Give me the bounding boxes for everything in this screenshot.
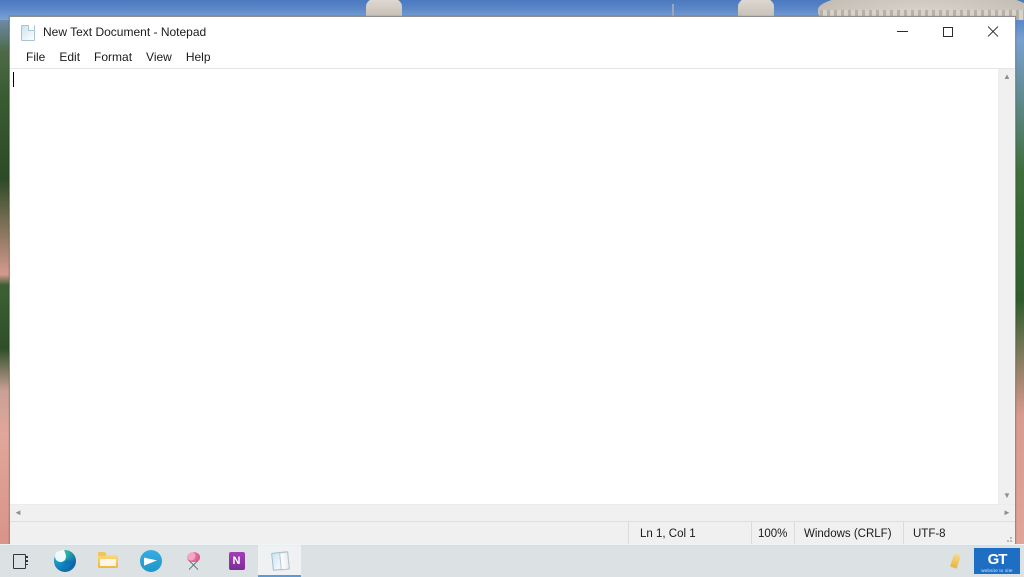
watermark-mark: GT: [987, 550, 1008, 568]
taskbar-item-file-explorer[interactable]: [86, 545, 129, 577]
maximize-button[interactable]: [925, 17, 970, 46]
taskbar-item-telegram[interactable]: [129, 545, 172, 577]
menu-item-format[interactable]: Format: [87, 48, 139, 66]
title-bar-left: New Text Document - Notepad: [10, 24, 207, 41]
taskbar-item-onenote[interactable]: [215, 545, 258, 577]
taskbar-item-task-view[interactable]: [0, 545, 43, 577]
text-caret: [13, 72, 14, 87]
title-bar[interactable]: New Text Document - Notepad: [10, 17, 1015, 46]
taskbar-item-microsoft-edge[interactable]: [43, 545, 86, 577]
resize-grip-icon[interactable]: [999, 522, 1015, 545]
status-line-ending: Windows (CRLF): [794, 522, 903, 545]
notepad-icon: [269, 549, 291, 571]
minimize-icon: [897, 31, 908, 32]
status-cursor-position: Ln 1, Col 1: [628, 522, 751, 545]
edge-icon: [53, 550, 76, 572]
watermark-subtitle: website to site: [981, 568, 1013, 573]
horizontal-scrollbar[interactable]: ◄ ►: [10, 504, 1015, 521]
scroll-down-icon[interactable]: ▼: [999, 488, 1015, 504]
taskbar-items: [0, 545, 301, 577]
notepad-document-icon: [19, 24, 35, 41]
scroll-left-icon[interactable]: ◄: [10, 505, 26, 521]
status-zoom-level[interactable]: 100%: [751, 522, 794, 545]
telegram-icon: [139, 550, 162, 572]
vertical-scrollbar[interactable]: ▲ ▼: [998, 69, 1015, 504]
minimize-button[interactable]: [880, 17, 925, 46]
close-button[interactable]: [970, 17, 1015, 46]
menu-item-edit[interactable]: Edit: [52, 48, 87, 66]
desktop: New Text Document - Notepad File Edit Fo…: [0, 0, 1024, 577]
close-icon: [987, 26, 999, 38]
editor-area: ▲ ▼: [10, 69, 1015, 504]
text-editor[interactable]: [10, 69, 998, 504]
taskbar-item-notepad[interactable]: [258, 545, 301, 577]
scroll-right-icon[interactable]: ►: [999, 505, 1015, 521]
paint-palette-icon: [183, 550, 205, 572]
pen-icon[interactable]: [948, 551, 968, 571]
menu-bar: File Edit Format View Help: [10, 46, 1015, 69]
notepad-window: New Text Document - Notepad File Edit Fo…: [9, 16, 1016, 546]
status-bar: Ln 1, Col 1 100% Windows (CRLF) UTF-8: [10, 521, 1015, 545]
maximize-icon: [942, 26, 953, 37]
onenote-icon: [226, 550, 248, 572]
scroll-up-icon[interactable]: ▲: [999, 69, 1015, 85]
taskbar-tray: GT website to site: [948, 545, 1024, 577]
window-title: New Text Document - Notepad: [43, 24, 207, 39]
taskbar-item-paint-3d[interactable]: [172, 545, 215, 577]
status-bar-spacer: [10, 522, 628, 545]
status-encoding: UTF-8: [903, 522, 999, 545]
taskbar: GT website to site: [0, 544, 1024, 577]
folder-icon: [97, 550, 119, 572]
menu-item-help[interactable]: Help: [179, 48, 218, 66]
menu-item-file[interactable]: File: [19, 48, 52, 66]
menu-item-view[interactable]: View: [139, 48, 179, 66]
watermark-logo: GT website to site: [974, 548, 1020, 574]
task-view-icon: [11, 550, 33, 572]
window-controls: [880, 17, 1015, 46]
